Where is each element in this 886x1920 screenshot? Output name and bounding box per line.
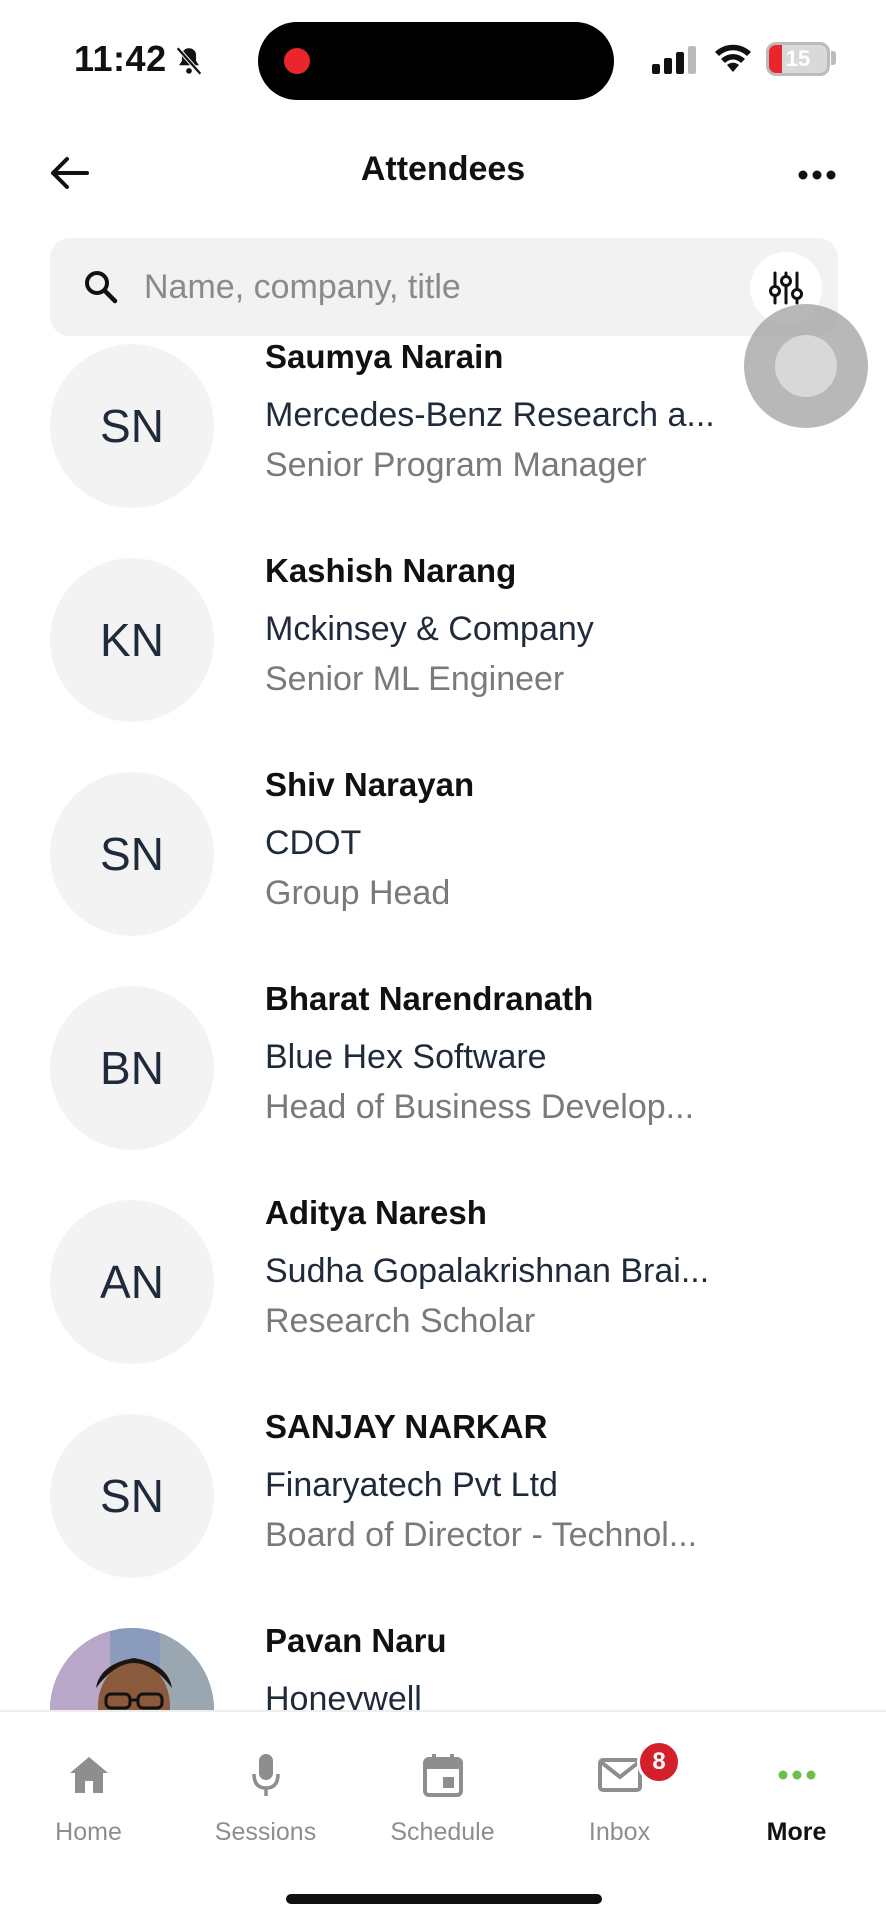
battery-icon: 15 <box>766 42 830 76</box>
sliders-icon <box>769 271 803 305</box>
attendee-name: Bharat Narendranath <box>265 980 594 1017</box>
attendee-row[interactable]: Pavan Naru Honeywell <box>0 1612 886 1710</box>
attendee-row[interactable]: AN Aditya Naresh Sudha Gopalakrishnan Br… <box>0 1184 886 1398</box>
attendee-company: Honeywell <box>265 1680 422 1710</box>
avatar: BN <box>50 986 214 1150</box>
home-indicator <box>286 1894 602 1904</box>
attendee-name: Pavan Naru <box>265 1622 447 1659</box>
attendee-title: Group Head <box>265 874 451 912</box>
nav-header: Attendees <box>0 128 886 218</box>
attendee-name: Shiv Narayan <box>265 766 475 803</box>
attendee-company: Mercedes-Benz Research a... <box>265 396 715 434</box>
attendee-company: CDOT <box>265 824 362 862</box>
recording-indicator-icon <box>284 48 310 74</box>
avatar: KN <box>50 558 214 722</box>
attendee-company: Sudha Gopalakrishnan Brai... <box>265 1252 710 1290</box>
attendee-list: SN Saumya Narain Mercedes-Benz Research … <box>0 340 886 1710</box>
status-time: 11:42 <box>74 38 167 79</box>
attendee-name: Saumya Narain <box>265 340 504 375</box>
microphone-icon <box>251 1754 280 1796</box>
mail-icon <box>597 1758 642 1792</box>
attendee-company: Finaryatech Pvt Ltd <box>265 1466 558 1504</box>
home-icon <box>69 1757 108 1793</box>
unread-badge: 8 <box>637 1740 681 1784</box>
bottom-tab-bar: Home Sessions Schedule 8 Inbox More <box>0 1710 886 1920</box>
more-dots-icon <box>778 1770 815 1780</box>
search-bar <box>50 238 838 336</box>
tab-inbox[interactable]: 8 Inbox <box>531 1712 708 1862</box>
attendee-title: Senior ML Engineer <box>265 660 565 698</box>
tab-schedule[interactable]: Schedule <box>354 1712 531 1862</box>
attendee-title: Board of Director - Technol... <box>265 1516 698 1554</box>
battery-level: 15 <box>785 46 811 71</box>
ellipsis-icon <box>798 170 836 180</box>
avatar: SN <box>50 344 214 508</box>
avatar: SN <box>50 772 214 936</box>
attendee-row[interactable]: SN SANJAY NARKAR Finaryatech Pvt Ltd Boa… <box>0 1398 886 1612</box>
touch-indicator <box>744 304 868 428</box>
more-options-button[interactable] <box>790 152 844 198</box>
tab-label: Inbox <box>588 1818 651 1846</box>
dynamic-island <box>258 22 614 100</box>
attendee-title: Research Scholar <box>265 1302 536 1340</box>
status-bar: 11:42 15 <box>0 0 886 120</box>
attendee-name: Aditya Naresh <box>265 1194 487 1231</box>
battery-tip <box>831 51 836 65</box>
avatar: AN <box>50 1200 214 1364</box>
attendee-name: SANJAY NARKAR <box>265 1408 548 1445</box>
tab-sessions[interactable]: Sessions <box>177 1712 354 1862</box>
tab-home[interactable]: Home <box>0 1712 177 1862</box>
profile-photo <box>50 1628 214 1710</box>
attendee-row[interactable]: BN Bharat Narendranath Blue Hex Software… <box>0 970 886 1184</box>
search-icon <box>85 271 118 304</box>
tab-label: Home <box>55 1818 122 1846</box>
bell-muted-icon <box>176 46 202 76</box>
attendee-company: Blue Hex Software <box>265 1038 547 1076</box>
attendee-title: Head of Business Develop... <box>265 1088 695 1126</box>
tab-label: More <box>766 1818 827 1846</box>
search-input[interactable] <box>144 258 704 316</box>
attendee-row[interactable]: KN Kashish Narang Mckinsey & Company Sen… <box>0 542 886 756</box>
attendee-title: Senior Program Manager <box>265 446 647 484</box>
cellular-signal-icon <box>652 46 696 74</box>
tab-label: Sessions <box>214 1818 317 1846</box>
attendee-row[interactable]: SN Shiv Narayan CDOT Group Head <box>0 756 886 970</box>
wifi-icon <box>715 44 751 72</box>
attendee-company: Mckinsey & Company <box>265 610 594 648</box>
attendee-name: Kashish Narang <box>265 552 517 589</box>
avatar: SN <box>50 1414 214 1578</box>
tab-more[interactable]: More <box>708 1712 885 1862</box>
tab-label: Schedule <box>390 1818 495 1846</box>
calendar-icon <box>422 1754 463 1797</box>
page-title: Attendees <box>360 150 526 188</box>
